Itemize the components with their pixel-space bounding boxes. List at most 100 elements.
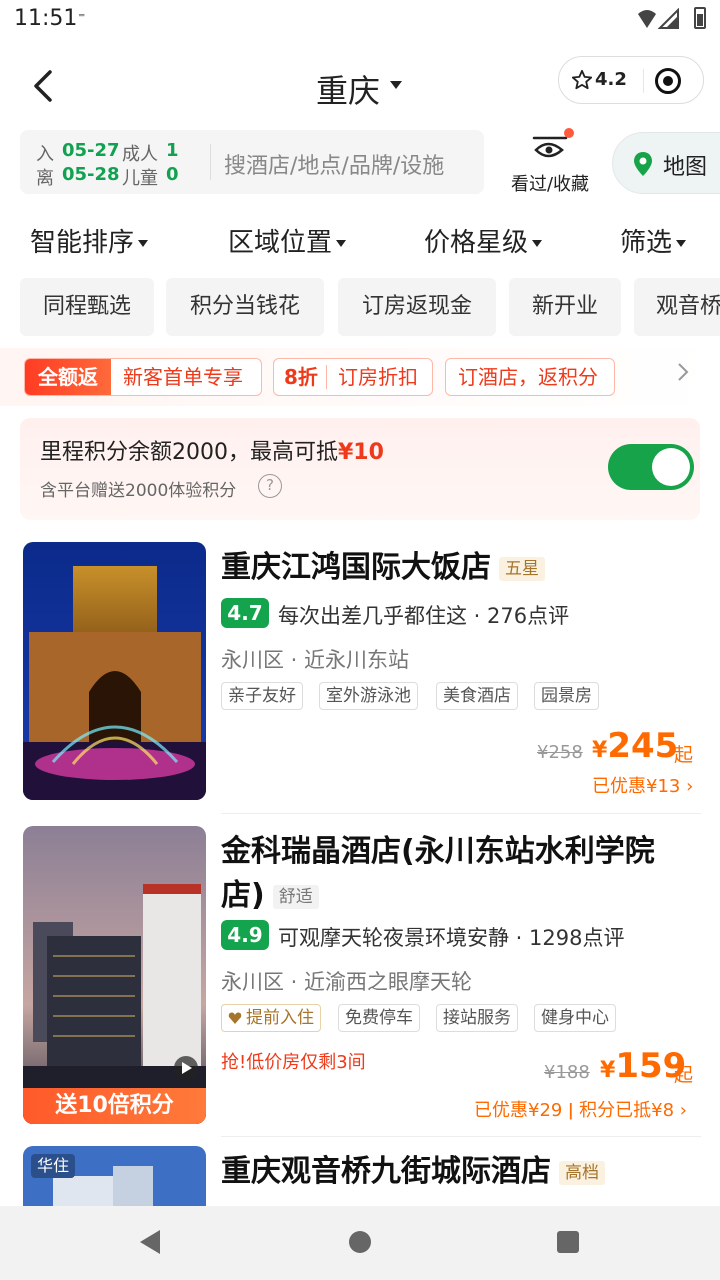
nav-home-icon[interactable]	[349, 1231, 371, 1253]
promo-discount[interactable]: 8折 订房折扣	[273, 358, 433, 396]
hotel-saving[interactable]: 已优惠¥13 ›	[592, 772, 693, 798]
search-input[interactable]: 搜酒店/地点/品牌/设施	[224, 148, 444, 180]
hotel-name-text: 重庆观音桥九街城际酒店	[221, 1154, 551, 1189]
hotel-tag: 免费停车	[338, 1004, 420, 1032]
chip-points[interactable]: 积分当钱花	[166, 278, 324, 336]
hotel-photo[interactable]: 华住	[23, 1146, 206, 1206]
chip-selected[interactable]: 同程甄选	[20, 278, 154, 336]
sort-smart[interactable]: 智能排序	[30, 222, 149, 259]
hotel-tag-early-checkin: 提前入住	[221, 1004, 321, 1032]
hotel-tag: 亲子友好	[221, 682, 303, 710]
map-button[interactable]: 地图	[612, 132, 720, 194]
child-count[interactable]: 0	[166, 164, 179, 185]
map-label: 地图	[663, 155, 708, 180]
app-rating: 4.2	[595, 69, 627, 90]
hotel-grade-badge: 舒适	[272, 884, 319, 909]
hotel-card[interactable]: 华住 重庆观音桥九街城际酒店 高档	[0, 1146, 720, 1206]
dropdown-icon	[138, 240, 149, 247]
hotel-card[interactable]: 送10倍积分 金科瑞晶酒店(永川东站水利学院 店) 舒适 4.9 可观摩天轮夜景环…	[0, 826, 720, 1126]
saving-text: 已优惠¥13	[592, 776, 681, 797]
hotel-tag: 园景房	[534, 682, 599, 710]
promo-strip: 全额返 新客首单专享 8折 订房折扣 订酒店，返积分	[0, 348, 720, 406]
full-refund-text: 新客首单专享	[123, 365, 243, 389]
chevron-right-icon[interactable]	[674, 362, 692, 382]
nav-back-icon[interactable]	[138, 1228, 162, 1256]
new-badge-dot	[564, 128, 574, 138]
hotel-card[interactable]: 重庆江鸿国际大饭店 五星 4.7 每次出差几乎都住这 · 276点评 永川区 · …	[0, 542, 720, 802]
currency-symbol: ¥	[592, 738, 608, 763]
points-toggle[interactable]	[608, 444, 694, 490]
sort-filter-label: 筛选	[620, 228, 673, 258]
hotel-saving[interactable]: 已优惠¥29 ǀ 积分已抵¥8 ›	[474, 1096, 687, 1122]
hotel-name-text: 重庆江鸿国际大饭店	[221, 550, 491, 585]
discount-divider	[326, 365, 327, 389]
mini-program-capsule[interactable]: 4.2	[558, 56, 704, 104]
sort-area[interactable]: 区域位置	[228, 222, 347, 259]
close-target-icon[interactable]	[655, 68, 681, 94]
card-divider	[221, 1136, 701, 1137]
discount-text: 订房折扣	[338, 365, 418, 389]
points-title-text: 里程积分余额2000，最高可抵	[40, 440, 338, 465]
card-divider	[221, 813, 701, 814]
hotel-price: ¥245	[592, 726, 678, 766]
points-title: 里程积分余额2000，最高可抵¥10	[40, 434, 384, 466]
chip-cashback[interactable]: 订房返现金	[338, 278, 496, 336]
checkin-date[interactable]: 05-27	[62, 140, 120, 161]
nav-recents-icon[interactable]	[557, 1231, 579, 1253]
sort-filter[interactable]: 筛选	[620, 222, 687, 259]
eye-list-icon	[532, 136, 568, 158]
city-dropdown-icon[interactable]	[390, 81, 402, 89]
signal-icon	[638, 8, 679, 29]
discount-badge: 8折	[284, 365, 318, 389]
hotel-photo-night-building	[23, 542, 206, 800]
hotel-grade-badge: 五星	[499, 556, 545, 581]
points-amount: ¥10	[338, 440, 384, 465]
points-subtitle: 含平台赠送2000体验积分	[40, 481, 237, 501]
currency-symbol: ¥	[600, 1058, 616, 1083]
hotel-tag: 美食酒店	[436, 682, 518, 710]
sort-price-star[interactable]: 价格星级	[424, 222, 543, 259]
hotel-name: 重庆观音桥九街城际酒店 高档	[221, 1152, 605, 1192]
hotel-photo-city-towers	[23, 826, 206, 1124]
full-refund-badge: 全额返	[25, 359, 111, 395]
hotel-score: 4.7	[221, 598, 269, 628]
hotel-location: 永川区 · 近永川东站	[221, 648, 410, 672]
hotel-grade-badge: 高档	[559, 1160, 605, 1185]
original-price: ¥258	[537, 742, 583, 763]
hotel-name-line1: 金科瑞晶酒店(永川东站水利学院	[221, 834, 655, 869]
checkout-date[interactable]: 05-28	[62, 164, 120, 185]
hotel-tag: 健身中心	[534, 1004, 616, 1032]
adult-count[interactable]: 1	[166, 140, 179, 161]
back-arrow-icon[interactable]	[24, 66, 64, 106]
favorites-label: 看过/收藏	[510, 174, 590, 195]
hotel-tag: 室外游泳池	[319, 682, 418, 710]
hotel-photo[interactable]: 送10倍积分	[23, 826, 206, 1124]
hotel-photo[interactable]	[23, 542, 206, 800]
dropdown-icon	[336, 240, 347, 247]
status-bar: 11:51 ⁼	[0, 0, 720, 40]
adult-label: 成人	[122, 144, 158, 165]
hotel-tag: 接站服务	[436, 1004, 518, 1032]
search-divider	[210, 144, 211, 180]
hotel-name: 金科瑞晶酒店(永川东站水利学院 店) 舒适	[221, 832, 655, 913]
image-points-banner: 送10倍积分	[23, 1088, 206, 1124]
promo-points[interactable]: 订酒店，返积分	[445, 358, 615, 396]
dropdown-icon	[532, 240, 543, 247]
battery-icon	[694, 7, 706, 29]
search-box[interactable]: 入 05-27 成人 1 离 05-28 儿童 0 搜酒店/地点/品牌/设施	[20, 130, 484, 194]
map-pin-icon	[634, 152, 652, 176]
price-suffix: 起	[674, 1064, 694, 1086]
star-icon[interactable]	[571, 69, 593, 91]
points-card: 里程积分余额2000，最高可抵¥10 含平台赠送2000体验积分 ?	[20, 418, 700, 520]
chip-new[interactable]: 新开业	[509, 278, 621, 336]
help-icon[interactable]: ?	[258, 474, 282, 498]
notification-icon: ⁼	[78, 10, 86, 26]
sort-area-label: 区域位置	[228, 228, 333, 258]
original-price: ¥188	[544, 1062, 590, 1083]
city-selector[interactable]: 重庆	[316, 66, 380, 112]
child-label: 儿童	[122, 168, 158, 189]
promo-full-refund[interactable]: 全额返 新客首单专享	[24, 358, 262, 396]
hotel-review: 每次出差几乎都住这 · 276点评	[278, 604, 570, 628]
chip-guanyinqiao[interactable]: 观音桥	[634, 278, 720, 336]
favorites-button[interactable]: 看过/收藏	[500, 128, 600, 196]
